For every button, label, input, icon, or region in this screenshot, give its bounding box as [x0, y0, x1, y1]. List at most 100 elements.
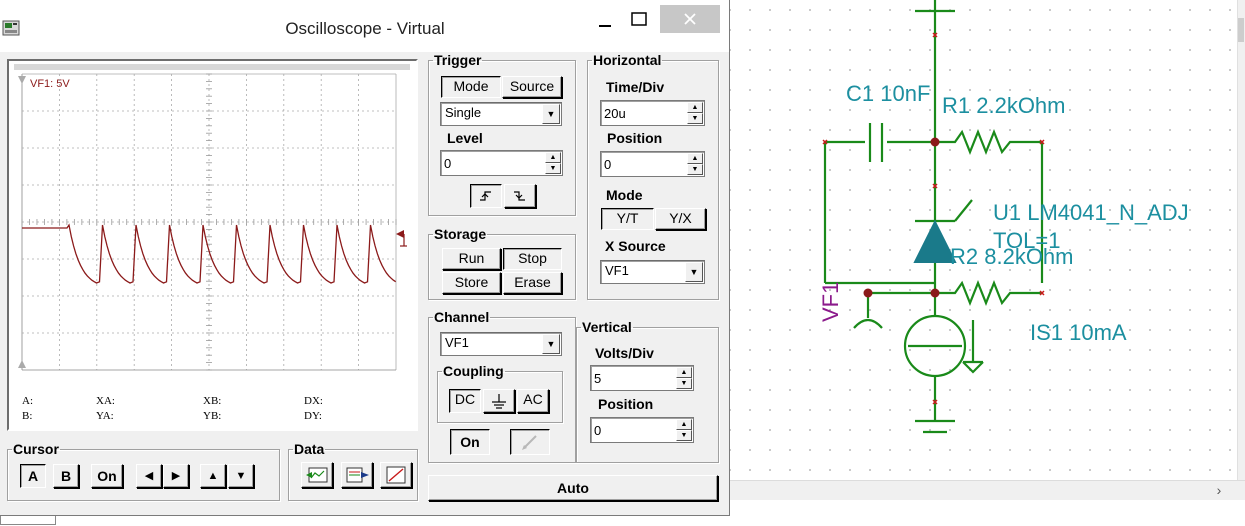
trigger-level-value: 0 — [444, 156, 452, 171]
screen-top-bar — [14, 64, 410, 70]
spin-up-icon[interactable]: ▲ — [687, 153, 703, 164]
u1-label[interactable]: U1 LM4041_N_ADJ — [993, 200, 1189, 226]
data-plot-button[interactable] — [380, 462, 412, 488]
time-div-spinner[interactable]: 20u ▲ ▼ — [600, 100, 705, 126]
spin-down-icon[interactable]: ▼ — [676, 378, 692, 389]
volts-div-label: Volts/Div — [595, 345, 654, 361]
close-icon — [684, 13, 696, 25]
x-source-label: X Source — [605, 238, 666, 254]
spin-down-icon[interactable]: ▼ — [687, 113, 703, 124]
readout-b: B: — [22, 410, 33, 422]
volts-div-value: 5 — [594, 371, 602, 386]
maximize-icon[interactable] — [623, 4, 655, 34]
readout-ya: YA: — [96, 410, 114, 422]
mode-yx-button[interactable]: Y/X — [655, 208, 706, 230]
trigger-mode-tab[interactable]: Mode — [441, 76, 501, 98]
vertical-group-title: Vertical — [582, 319, 632, 335]
readout-xb: XB: — [203, 395, 222, 407]
spin-up-icon[interactable]: ▲ — [676, 419, 692, 430]
storage-erase-button[interactable]: Erase — [503, 272, 562, 294]
channel-select[interactable]: VF1 ▼ — [440, 332, 562, 356]
spin-down-icon[interactable]: ▼ — [676, 430, 692, 441]
data-export-button[interactable] — [301, 462, 333, 488]
arrow-left-icon: ◀ — [144, 470, 154, 482]
readout-yb: YB: — [203, 410, 222, 422]
horizontal-position-label: Position — [607, 130, 663, 146]
vertical-scrollbar[interactable] — [1237, 0, 1245, 480]
storage-stop-button[interactable]: Stop — [503, 248, 562, 270]
horizontal-group-title: Horizontal — [593, 52, 662, 68]
coupling-ac-button[interactable]: AC — [517, 389, 549, 413]
channel-on-button[interactable]: On — [450, 429, 490, 455]
vf1-probe-label[interactable]: VF1 — [818, 282, 844, 322]
arrow-down-bar-icon: ▼ — [235, 470, 247, 482]
readout-dy: DY: — [304, 410, 322, 422]
scroll-right-arrow-icon[interactable]: › — [1208, 480, 1230, 500]
coupling-group-title: Coupling — [443, 363, 504, 379]
trigger-mode-value: Single — [445, 105, 482, 120]
cursor-b-button[interactable]: B — [53, 464, 79, 488]
time-div-label: Time/Div — [606, 79, 665, 95]
rising-edge-icon — [480, 191, 491, 201]
x-source-select[interactable]: VF1 ▼ — [600, 260, 705, 284]
time-div-value: 20u — [604, 106, 626, 121]
storage-group-title: Storage — [434, 226, 487, 242]
import-data-icon — [346, 467, 369, 483]
spin-up-icon[interactable]: ▲ — [687, 102, 703, 113]
trigger-falling-edge-button[interactable] — [504, 184, 536, 208]
coupling-dc-button[interactable]: DC — [449, 389, 481, 413]
cursor-down-button[interactable]: ▼ — [228, 464, 254, 488]
r1-label[interactable]: R1 2.2kOhm — [942, 93, 1066, 119]
cursor-left-button[interactable]: ◀ — [136, 464, 162, 488]
c1-label[interactable]: C1 10nF — [846, 81, 930, 107]
vertical-position-value: 0 — [594, 423, 602, 438]
chevron-down-icon: ▼ — [542, 104, 560, 124]
trigger-source-tab[interactable]: Source — [502, 76, 562, 98]
spin-up-icon[interactable]: ▲ — [545, 152, 561, 163]
volts-div-spinner[interactable]: 5 ▲ ▼ — [590, 365, 694, 391]
vertical-position-label: Position — [598, 396, 654, 412]
trigger-group-title: Trigger — [434, 52, 482, 68]
spin-down-icon[interactable]: ▼ — [545, 163, 561, 174]
vertical-position-spinner[interactable]: 0 ▲ ▼ — [590, 417, 694, 443]
falling-edge-icon — [514, 191, 525, 201]
spin-up-icon[interactable]: ▲ — [676, 367, 692, 378]
trigger-level-label: Level — [447, 130, 483, 146]
auto-button[interactable]: Auto — [428, 475, 718, 501]
is1-label[interactable]: IS1 10mA — [1030, 320, 1127, 346]
cursor-a-button[interactable]: A — [20, 464, 46, 488]
export-chart-icon — [306, 467, 328, 483]
r2-label[interactable]: R2 8.2kOhm — [950, 244, 1074, 270]
coupling-ground-button[interactable] — [483, 389, 515, 413]
data-group-title: Data — [294, 441, 325, 457]
horizontal-mode-label: Mode — [606, 187, 643, 203]
close-button[interactable] — [660, 5, 720, 33]
mode-yt-button[interactable]: Y/T — [601, 208, 654, 230]
channel-color-button[interactable] — [510, 429, 550, 455]
horizontal-position-spinner[interactable]: 0 ▲ ▼ — [600, 151, 705, 177]
trigger-level-spinner[interactable]: 0 ▲ ▼ — [440, 150, 563, 176]
minimize-icon[interactable] — [589, 4, 621, 34]
channel-value: VF1 — [445, 335, 469, 350]
cursor-up-button[interactable]: ▲ — [200, 464, 226, 488]
vertical-scroll-thumb[interactable] — [1238, 18, 1244, 42]
channel-group-title: Channel — [434, 309, 490, 325]
trigger-mode-select[interactable]: Single ▼ — [440, 102, 562, 126]
horizontal-scrollbar[interactable] — [730, 480, 1245, 501]
readout-dx: DX: — [304, 395, 323, 407]
spin-down-icon[interactable]: ▼ — [687, 164, 703, 175]
storage-run-button[interactable]: Run — [442, 248, 501, 270]
channel-offset-marker-icon — [396, 230, 407, 247]
trigger-rising-edge-button[interactable] — [470, 184, 502, 208]
oscilloscope-window: Oscilloscope - Virtual VF1: 5V A: B: XA:… — [0, 0, 730, 516]
chevron-down-icon: ▼ — [542, 334, 560, 354]
cursor-on-button[interactable]: On — [91, 464, 123, 488]
chevron-down-icon: ▼ — [685, 262, 703, 282]
data-import-button[interactable] — [341, 462, 373, 488]
cursor-group-title: Cursor — [13, 441, 59, 457]
cursor-right-button[interactable]: ▶ — [163, 464, 189, 488]
storage-store-button[interactable]: Store — [442, 272, 501, 294]
x-source-value: VF1 — [605, 263, 629, 278]
title-bar[interactable]: Oscilloscope - Virtual — [0, 0, 729, 52]
scope-grid — [18, 73, 407, 371]
